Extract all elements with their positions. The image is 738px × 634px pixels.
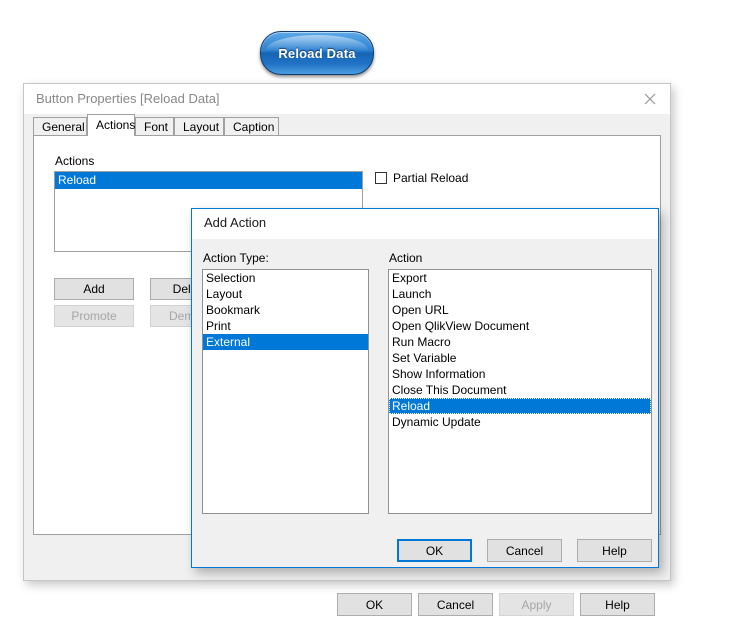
add-action-cancel-button[interactable]: Cancel — [487, 539, 562, 562]
list-item[interactable]: Layout — [203, 286, 368, 302]
partial-reload-label: Partial Reload — [393, 171, 469, 185]
partial-reload-checkbox[interactable]: Partial Reload — [375, 171, 468, 185]
help-button[interactable]: Help — [580, 593, 655, 616]
list-item[interactable]: Close This Document — [389, 382, 651, 398]
list-item[interactable]: Dynamic Update — [389, 414, 651, 430]
actions-group-label: Actions — [55, 154, 95, 168]
list-item[interactable]: Print — [203, 318, 368, 334]
add-action-help-button[interactable]: Help — [577, 539, 652, 562]
reload-data-button-label: Reload Data — [278, 45, 356, 61]
tab-actions[interactable]: Actions — [87, 114, 135, 136]
list-item[interactable]: Launch — [389, 286, 651, 302]
reload-data-button[interactable]: Reload Data — [260, 31, 374, 75]
button-properties-title: Button Properties [Reload Data] — [36, 91, 220, 106]
action-listbox[interactable]: Export Launch Open URL Open QlikView Doc… — [388, 269, 652, 514]
promote-button: Promote — [54, 305, 134, 327]
list-item[interactable]: Selection — [203, 270, 368, 286]
add-action-title: Add Action — [204, 215, 267, 230]
list-item[interactable]: Open URL — [389, 302, 651, 318]
add-action-titlebar: Add Action — [192, 209, 658, 239]
list-item[interactable]: Run Macro — [389, 334, 651, 350]
cancel-button[interactable]: Cancel — [418, 593, 493, 616]
tab-caption[interactable]: Caption — [224, 117, 279, 135]
close-icon[interactable] — [630, 84, 670, 114]
list-item[interactable]: Set Variable — [389, 350, 651, 366]
apply-button: Apply — [499, 593, 574, 616]
list-item[interactable]: External — [203, 334, 368, 350]
add-button[interactable]: Add — [54, 278, 134, 300]
add-action-ok-button[interactable]: OK — [397, 539, 472, 562]
reload-data-button-container: Reload Data — [260, 31, 374, 75]
action-label: Action — [389, 251, 423, 265]
ok-button[interactable]: OK — [337, 593, 412, 616]
tab-general[interactable]: General — [33, 117, 87, 135]
list-item[interactable]: Show Information — [389, 366, 651, 382]
list-item[interactable]: Export — [389, 270, 651, 286]
list-item[interactable]: Open QlikView Document — [389, 318, 651, 334]
action-type-listbox[interactable]: Selection Layout Bookmark Print External — [202, 269, 369, 514]
checkbox-box — [375, 172, 387, 184]
tab-font[interactable]: Font — [135, 117, 174, 135]
add-action-body: Action Type: Action Selection Layout Boo… — [192, 239, 658, 567]
list-item[interactable]: Reload — [389, 398, 651, 414]
list-item[interactable]: Bookmark — [203, 302, 368, 318]
add-action-dialog: Add Action Action Type: Action Selection… — [191, 208, 659, 568]
properties-tab-strip: General Actions Font Layout Caption — [24, 114, 670, 136]
tab-layout[interactable]: Layout — [174, 117, 224, 135]
action-type-label: Action Type: — [203, 251, 269, 265]
button-properties-titlebar: Button Properties [Reload Data] — [24, 84, 670, 114]
list-item[interactable]: Reload — [55, 172, 362, 189]
